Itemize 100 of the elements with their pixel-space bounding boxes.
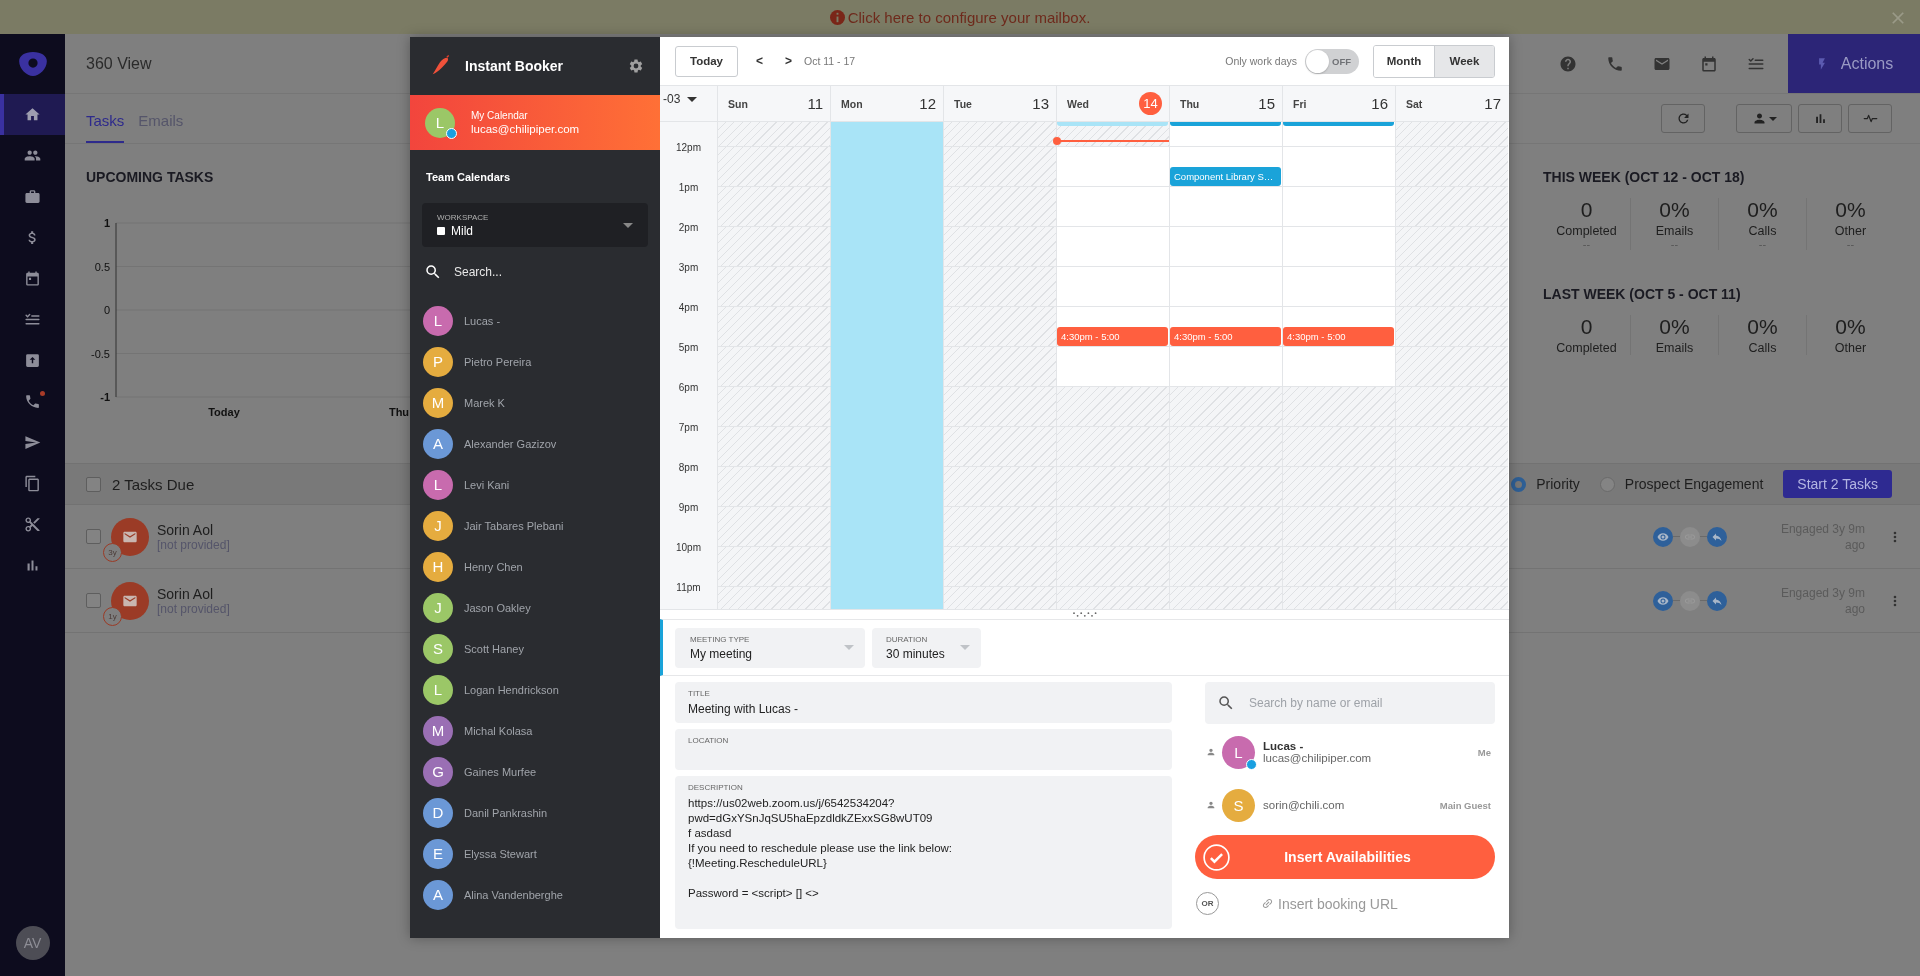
- contact-name[interactable]: Sorin Aol: [157, 585, 230, 602]
- unavailable-time-slot[interactable]: [1395, 147, 1508, 187]
- calendar-event[interactable]: 4:30pm - 5:00: [1170, 327, 1281, 346]
- calendar-event[interactable]: 4:30pm - 5:00: [1057, 327, 1168, 346]
- unavailable-time-slot[interactable]: [717, 547, 830, 587]
- unavailable-time-slot[interactable]: [943, 307, 1056, 347]
- team-member-item[interactable]: A Alina Vandenberghe: [410, 874, 660, 915]
- unavailable-time-slot[interactable]: [1395, 227, 1508, 267]
- unavailable-time-slot[interactable]: [1395, 267, 1508, 307]
- unavailable-time-slot[interactable]: [717, 347, 830, 387]
- free-time-slot[interactable]: [1282, 122, 1395, 147]
- settings-icon[interactable]: [628, 58, 644, 74]
- unavailable-time-slot[interactable]: [1169, 387, 1282, 427]
- team-member-item[interactable]: D Danil Pankrashin: [410, 792, 660, 833]
- unavailable-time-slot[interactable]: [717, 122, 830, 147]
- insert-booking-url-link[interactable]: Insert booking URL: [1261, 895, 1398, 912]
- unavailable-time-slot[interactable]: [943, 122, 1056, 147]
- free-time-slot[interactable]: [1056, 227, 1169, 267]
- team-member-item[interactable]: L Logan Hendrickson: [410, 669, 660, 710]
- free-time-slot[interactable]: [1056, 347, 1169, 387]
- free-time-slot[interactable]: [1282, 267, 1395, 307]
- phone-icon[interactable]: [1606, 54, 1624, 73]
- unavailable-time-slot[interactable]: [1056, 387, 1169, 427]
- team-member-item[interactable]: E Elyssa Stewart: [410, 833, 660, 874]
- free-time-slot[interactable]: [1169, 122, 1282, 147]
- unavailable-time-slot[interactable]: [1395, 427, 1508, 467]
- insert-availabilities-button[interactable]: Insert Availabilities: [1195, 835, 1495, 879]
- title-field[interactable]: TITLE Meeting with Lucas -: [675, 682, 1172, 723]
- free-time-slot[interactable]: [1169, 347, 1282, 387]
- select-field[interactable]: MEETING TYPE My meeting: [675, 627, 865, 668]
- unavailable-time-slot[interactable]: [717, 467, 830, 507]
- refresh-button[interactable]: [1661, 104, 1705, 133]
- unavailable-time-slot[interactable]: [1395, 347, 1508, 387]
- unavailable-time-slot[interactable]: [943, 347, 1056, 387]
- unavailable-time-slot[interactable]: [717, 307, 830, 347]
- unavailable-time-slot[interactable]: [943, 267, 1056, 307]
- view-toggle-button[interactable]: Week: [1434, 45, 1494, 77]
- unavailable-time-slot[interactable]: [943, 187, 1056, 227]
- team-member-item[interactable]: M Marek K: [410, 382, 660, 423]
- unavailable-time-slot[interactable]: [717, 427, 830, 467]
- highlighted-time-slot[interactable]: [830, 122, 943, 147]
- next-button[interactable]: >: [781, 54, 797, 68]
- actions-button[interactable]: Actions: [1788, 34, 1920, 93]
- my-calendar-item[interactable]: L My Calendar lucas@chilipiper.com: [410, 95, 660, 150]
- eye-icon[interactable]: [1653, 526, 1673, 547]
- tab[interactable]: Tasks: [86, 94, 125, 143]
- search-field[interactable]: Search...: [454, 265, 634, 279]
- team-member-item[interactable]: A Alexander Gazizov: [410, 423, 660, 464]
- eye-icon[interactable]: [1653, 590, 1673, 611]
- unavailable-time-slot[interactable]: [1395, 122, 1508, 147]
- unavailable-time-slot[interactable]: [943, 147, 1056, 187]
- unavailable-time-slot[interactable]: [1395, 387, 1508, 427]
- free-time-slot[interactable]: [1169, 227, 1282, 267]
- team-member-item[interactable]: L Lucas -: [410, 300, 660, 341]
- free-time-slot[interactable]: [1282, 347, 1395, 387]
- location-field[interactable]: LOCATION: [675, 729, 1172, 770]
- free-time-slot[interactable]: [1056, 187, 1169, 227]
- link-icon[interactable]: [1680, 590, 1700, 611]
- unavailable-time-slot[interactable]: [717, 227, 830, 267]
- checkbox[interactable]: [86, 593, 101, 608]
- team-member-item[interactable]: J Jair Tabares Plebani: [410, 505, 660, 546]
- free-time-slot[interactable]: 4:30pm - 5:00: [1056, 307, 1169, 347]
- unavailable-time-slot[interactable]: [717, 147, 830, 187]
- unavailable-time-slot[interactable]: [943, 467, 1056, 507]
- unavailable-time-slot[interactable]: [943, 507, 1056, 547]
- unavailable-time-slot[interactable]: [1395, 467, 1508, 507]
- unavailable-time-slot[interactable]: [717, 387, 830, 427]
- free-time-slot[interactable]: 4:30pm - 5:00: [1169, 307, 1282, 347]
- free-time-slot[interactable]: [1282, 227, 1395, 267]
- logo-icon[interactable]: [18, 52, 47, 76]
- free-time-slot[interactable]: [1169, 187, 1282, 227]
- team-member-item[interactable]: P Pietro Pereira: [410, 341, 660, 382]
- unavailable-time-slot[interactable]: [943, 227, 1056, 267]
- unavailable-time-slot[interactable]: [717, 267, 830, 307]
- unavailable-time-slot[interactable]: [1395, 507, 1508, 547]
- unavailable-time-slot[interactable]: [1395, 547, 1508, 587]
- pulse-button[interactable]: [1848, 104, 1892, 133]
- bar-chart-button[interactable]: [1798, 104, 1842, 133]
- today-button[interactable]: Today: [675, 45, 738, 77]
- link-icon[interactable]: [1680, 526, 1700, 547]
- guest-search-field[interactable]: Search by name or email: [1205, 682, 1495, 724]
- team-member-item[interactable]: G Gaines Murfee: [410, 751, 660, 792]
- select-field[interactable]: DURATION 30 minutes: [872, 627, 981, 668]
- unavailable-time-slot[interactable]: [1395, 187, 1508, 227]
- unavailable-time-slot[interactable]: [943, 547, 1056, 587]
- calendar-icon[interactable]: [1700, 54, 1718, 73]
- free-time-slot[interactable]: [1056, 267, 1169, 307]
- person-button[interactable]: [1736, 104, 1792, 133]
- team-member-item[interactable]: J Jason Oakley: [410, 587, 660, 628]
- free-time-slot[interactable]: [1282, 187, 1395, 227]
- free-time-slot[interactable]: [1056, 147, 1169, 187]
- resize-grip-icon[interactable]: [1071, 612, 1098, 617]
- unavailable-time-slot[interactable]: [1056, 122, 1169, 147]
- free-time-slot[interactable]: [1169, 267, 1282, 307]
- team-member-item[interactable]: M Michal Kolasa: [410, 710, 660, 751]
- nav-item[interactable]: [0, 94, 65, 135]
- calendar-event[interactable]: 4:30pm - 5:00: [1283, 327, 1394, 346]
- radio-label[interactable]: Prospect Engagement: [1624, 476, 1764, 492]
- radio-label[interactable]: Priority: [1536, 476, 1580, 492]
- free-time-slot[interactable]: 4:30pm - 5:00: [1282, 307, 1395, 347]
